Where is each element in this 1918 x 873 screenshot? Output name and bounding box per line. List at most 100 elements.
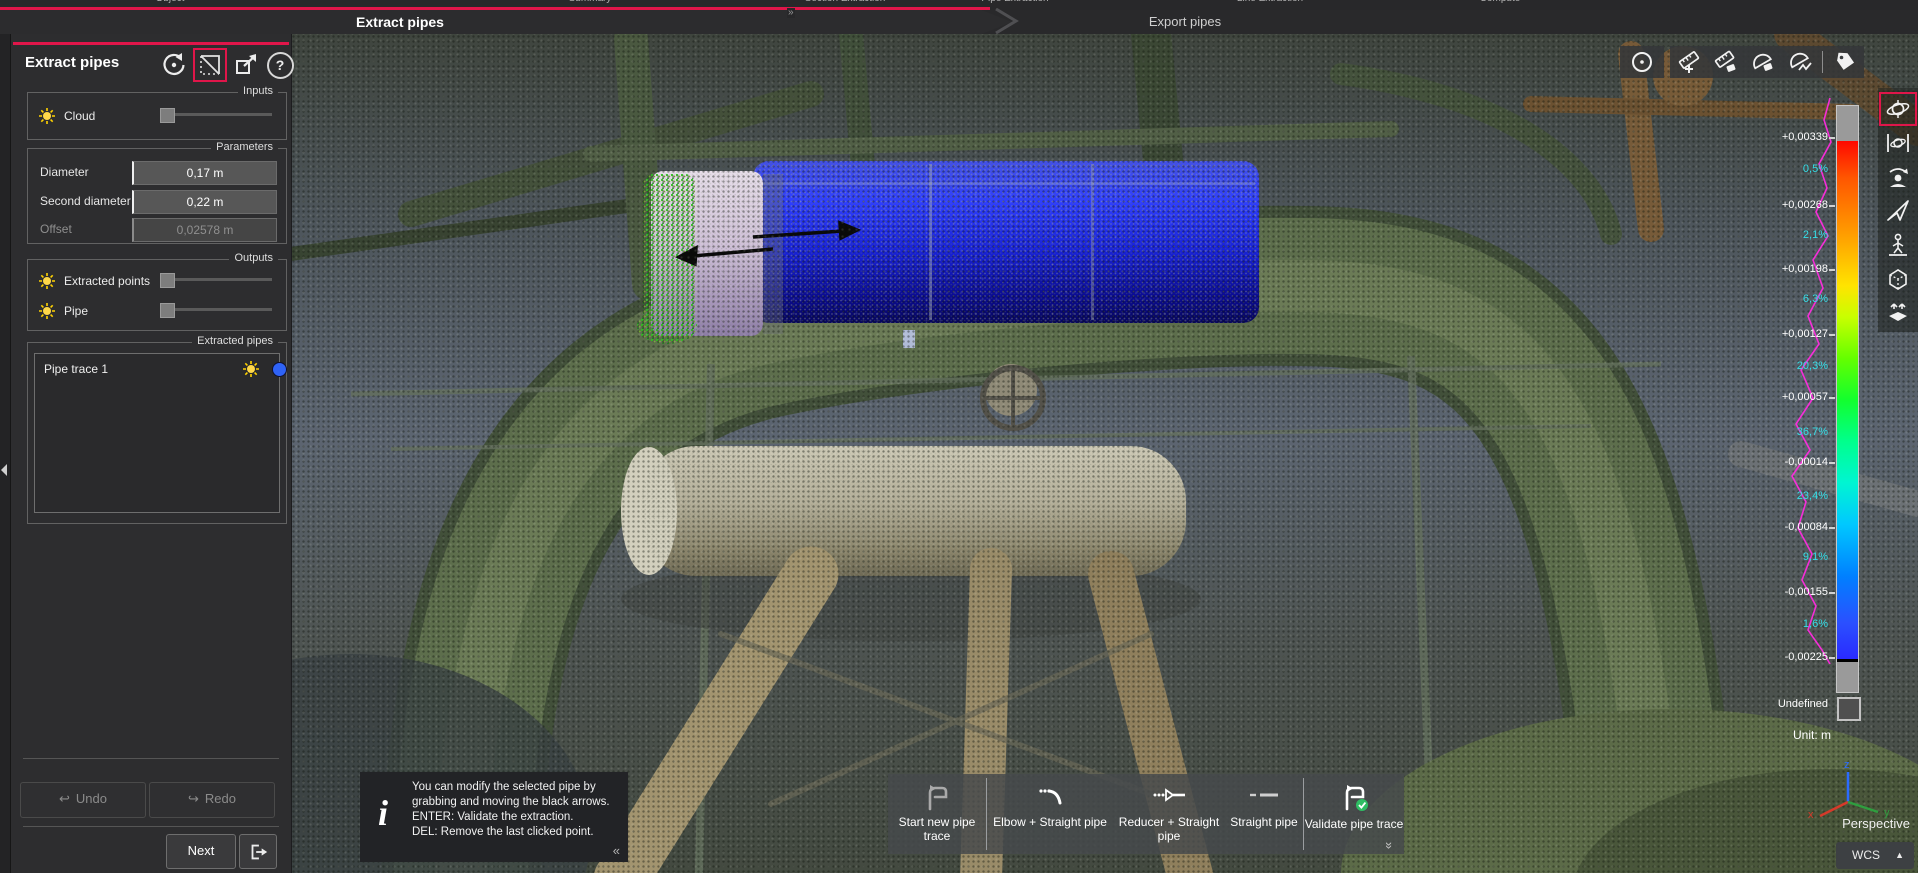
- workflow-step-label[interactable]: Section Extraction: [805, 0, 886, 4]
- slider-handle[interactable]: [160, 108, 175, 123]
- divider: [23, 758, 279, 759]
- toolbar-expand-icon[interactable]: »: [1382, 842, 1397, 849]
- pipe-output-label: Pipe: [64, 304, 88, 318]
- offset-field: 0,02578 m: [132, 218, 277, 242]
- exit-door-icon: [247, 841, 269, 863]
- label-tag-icon: [1833, 50, 1857, 74]
- export-view-button[interactable]: [231, 50, 261, 80]
- exit-workflow-button[interactable]: [239, 834, 277, 869]
- collapse-left-icon[interactable]: [1, 464, 7, 476]
- tool-start-new-pipe-trace[interactable]: Start new pipe trace: [888, 774, 986, 854]
- selected-pipe-cylinder[interactable]: [753, 161, 1259, 323]
- workflow-step-label[interactable]: Object: [156, 0, 185, 4]
- pipe-opacity-slider[interactable]: [160, 302, 272, 316]
- walk-mode-button[interactable]: [1881, 230, 1915, 260]
- slider-track: [160, 113, 272, 116]
- scale-tick: [1829, 592, 1835, 594]
- extracted-points-slider[interactable]: [160, 272, 272, 286]
- tool-straight-pipe[interactable]: Straight pipe: [1225, 774, 1303, 854]
- angle-measurement-icon: [1750, 50, 1776, 74]
- scale-value-label: -0,00014: [1740, 456, 1828, 468]
- elbow-pipe-icon: [1034, 783, 1066, 811]
- workflow-step-label[interactable]: Compute: [1480, 0, 1521, 4]
- orbit-mode-button[interactable]: [1881, 94, 1915, 124]
- help-button[interactable]: ?: [265, 50, 295, 80]
- hint-collapse-icon[interactable]: «: [613, 843, 620, 858]
- parameters-legend: Parameters: [211, 141, 278, 153]
- list-item-pipe-trace[interactable]: Pipe trace 1: [36, 357, 276, 381]
- viewport-3d[interactable]: [291, 34, 1918, 873]
- next-button[interactable]: Next: [166, 834, 236, 869]
- fly-paper-plane-icon: [1885, 198, 1911, 224]
- view-cube-button[interactable]: [1881, 264, 1915, 294]
- scale-tick: [1829, 462, 1835, 464]
- color-scale-bar[interactable]: [1836, 105, 1859, 693]
- undefined-checkbox[interactable]: [1837, 697, 1861, 721]
- fly-mode-button[interactable]: [1881, 196, 1915, 226]
- add-measurement-button[interactable]: [1674, 49, 1704, 75]
- pipe-trace-label: Pipe trace 1: [44, 362, 108, 376]
- delete-measurement-button[interactable]: [1711, 49, 1741, 75]
- extract-pipes-panel: Extract pipes ?: [11, 34, 292, 873]
- workflow-step-label[interactable]: Summary: [569, 0, 612, 4]
- slider-handle[interactable]: [160, 273, 175, 288]
- visibility-bulb-icon[interactable]: [38, 107, 56, 125]
- tab-extract-pipes[interactable]: Extract pipes: [0, 10, 1012, 34]
- constrained-orbit-button[interactable]: [1881, 128, 1915, 158]
- axis-gizmo[interactable]: z x y: [1800, 758, 1910, 820]
- panel-collapse-strip[interactable]: [0, 34, 11, 873]
- reducer-pipe-icon: [1151, 783, 1187, 811]
- tab-export-pipes[interactable]: Export pipes: [1149, 14, 1221, 29]
- extraction-region-button[interactable]: [195, 50, 225, 80]
- scale-percent-label: 2,1%: [1740, 229, 1828, 241]
- workflow-stepper: Object Summary Section Extraction Pipe E…: [0, 0, 1918, 7]
- inputs-group: Inputs Cloud: [27, 92, 287, 140]
- angle-profile-icon: [1787, 50, 1813, 74]
- slider-handle[interactable]: [160, 303, 175, 318]
- pipe-tools-toolbar: Start new pipe trace Elbow + Straight pi…: [888, 774, 1404, 854]
- visibility-bulb-icon[interactable]: [38, 272, 56, 290]
- pipe-pink-section[interactable]: [637, 171, 783, 344]
- clipping-box-button[interactable]: [1881, 298, 1915, 328]
- undefined-label: Undefined: [1740, 698, 1828, 710]
- scale-value-label: +0,00057: [1740, 391, 1828, 403]
- look-around-icon: [1885, 164, 1911, 190]
- label-tag-button[interactable]: [1830, 49, 1860, 75]
- redo-button[interactable]: ↪Redo: [149, 782, 275, 818]
- angle-measurement-button[interactable]: [1748, 49, 1778, 75]
- clipping-box-icon: [1885, 300, 1911, 326]
- extracted-pipes-list[interactable]: Pipe trace 1: [34, 353, 280, 513]
- tool-reducer-straight-pipe[interactable]: Reducer + Straight pipe: [1113, 774, 1225, 854]
- visibility-bulb-icon[interactable]: [242, 360, 260, 378]
- reset-button[interactable]: [159, 50, 189, 80]
- workflow-step-label[interactable]: Line Extraction: [1237, 0, 1303, 4]
- cloud-opacity-slider[interactable]: [160, 107, 272, 121]
- extracted-points-label: Extracted points: [64, 274, 150, 288]
- look-around-button[interactable]: [1881, 162, 1915, 192]
- projection-label[interactable]: Perspective: [1798, 816, 1910, 831]
- pipe-color-swatch[interactable]: [272, 362, 287, 377]
- scale-percent-label: 0,5%: [1740, 163, 1828, 175]
- validate-pipe-trace-icon: [1338, 783, 1370, 813]
- diameter-field[interactable]: 0,17 m: [132, 161, 277, 185]
- slider-track: [160, 278, 272, 281]
- coordinate-system-dropdown[interactable]: WCS ▲: [1836, 842, 1914, 869]
- scale-value-label: +0,00198: [1740, 263, 1828, 275]
- coordinate-system-label: WCS: [1852, 848, 1880, 862]
- visibility-bulb-icon[interactable]: [38, 302, 56, 320]
- panel-title: Extract pipes: [25, 54, 119, 71]
- undo-button[interactable]: ↩Undo: [20, 782, 146, 818]
- unit-label: Unit: m: [1762, 728, 1862, 742]
- progress-marker-icon: »: [787, 8, 795, 18]
- scale-tick: [1829, 334, 1835, 336]
- workflow-step-label[interactable]: Pipe Extraction: [981, 0, 1048, 4]
- angle-profile-button[interactable]: [1785, 49, 1815, 75]
- scale-percent-label: 20,3%: [1740, 360, 1828, 372]
- outputs-group: Outputs Extracted points Pipe: [27, 259, 287, 331]
- point-cloud-scene: [291, 34, 1918, 873]
- picking-point-button[interactable]: [1627, 49, 1657, 75]
- tool-elbow-straight-pipe[interactable]: Elbow + Straight pipe: [987, 774, 1113, 854]
- undo-arrow-icon: ↩: [59, 791, 70, 806]
- scale-value-label: -0,00155: [1740, 586, 1828, 598]
- second-diameter-field[interactable]: 0,22 m: [132, 190, 277, 214]
